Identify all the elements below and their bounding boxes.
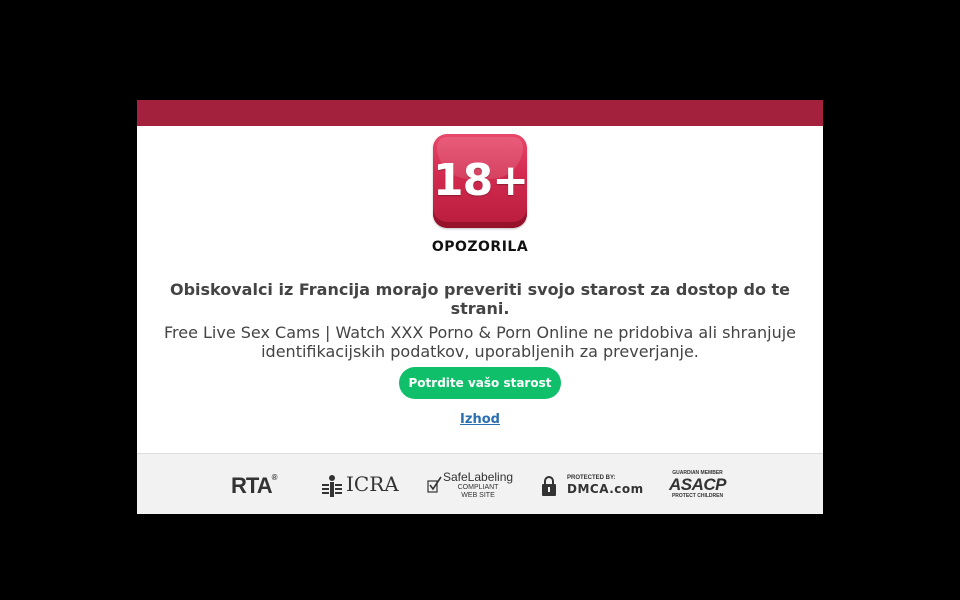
badge-text: 18+ (433, 155, 527, 206)
rta-logo: RTA® (231, 473, 277, 503)
icra-logo: ICRA (321, 472, 399, 502)
exit-link-container: Izhod (137, 408, 823, 427)
asacp-logo-text: ASACP (669, 475, 727, 494)
confirm-age-button[interactable]: Potrdite vašo starost (399, 367, 561, 399)
privacy-notice: Free Live Sex Cams | Watch XXX Porno & P… (163, 323, 797, 361)
exit-link[interactable]: Izhod (460, 412, 500, 427)
asacp-logo: GUARDIAN MEMBER ASACP PROTECT CHILDREN (669, 470, 727, 500)
age-verification-modal: 18+ OPOZORILA Obiskovalci iz Francija mo… (137, 100, 823, 514)
safelabeling-logo: SafeLabeling COMPLIANT WEB SITE (427, 470, 513, 500)
verification-headline: Obiskovalci iz Francija morajo preveriti… (169, 280, 791, 318)
rta-registered-mark: ® (271, 473, 278, 482)
icra-icon (322, 474, 342, 497)
dmca-protected-label: PROTECTED BY: (567, 475, 616, 481)
icra-logo-text: ICRA (346, 472, 399, 496)
dmca-logo-text: DMCA.com (567, 482, 644, 496)
modal-header-bar (137, 100, 823, 126)
rta-logo-text: RTA (231, 473, 273, 498)
footer-logos: RTA® ICRA SafeLabeling COMPLIANT WEB SIT… (137, 453, 823, 514)
asacp-tagline: PROTECT CHILDREN (671, 493, 724, 499)
age-18-plus-icon: 18+ (433, 134, 527, 228)
warning-title: OPOZORILA (431, 239, 529, 255)
lock-icon (542, 476, 556, 496)
checkbox-check-icon (427, 476, 442, 493)
